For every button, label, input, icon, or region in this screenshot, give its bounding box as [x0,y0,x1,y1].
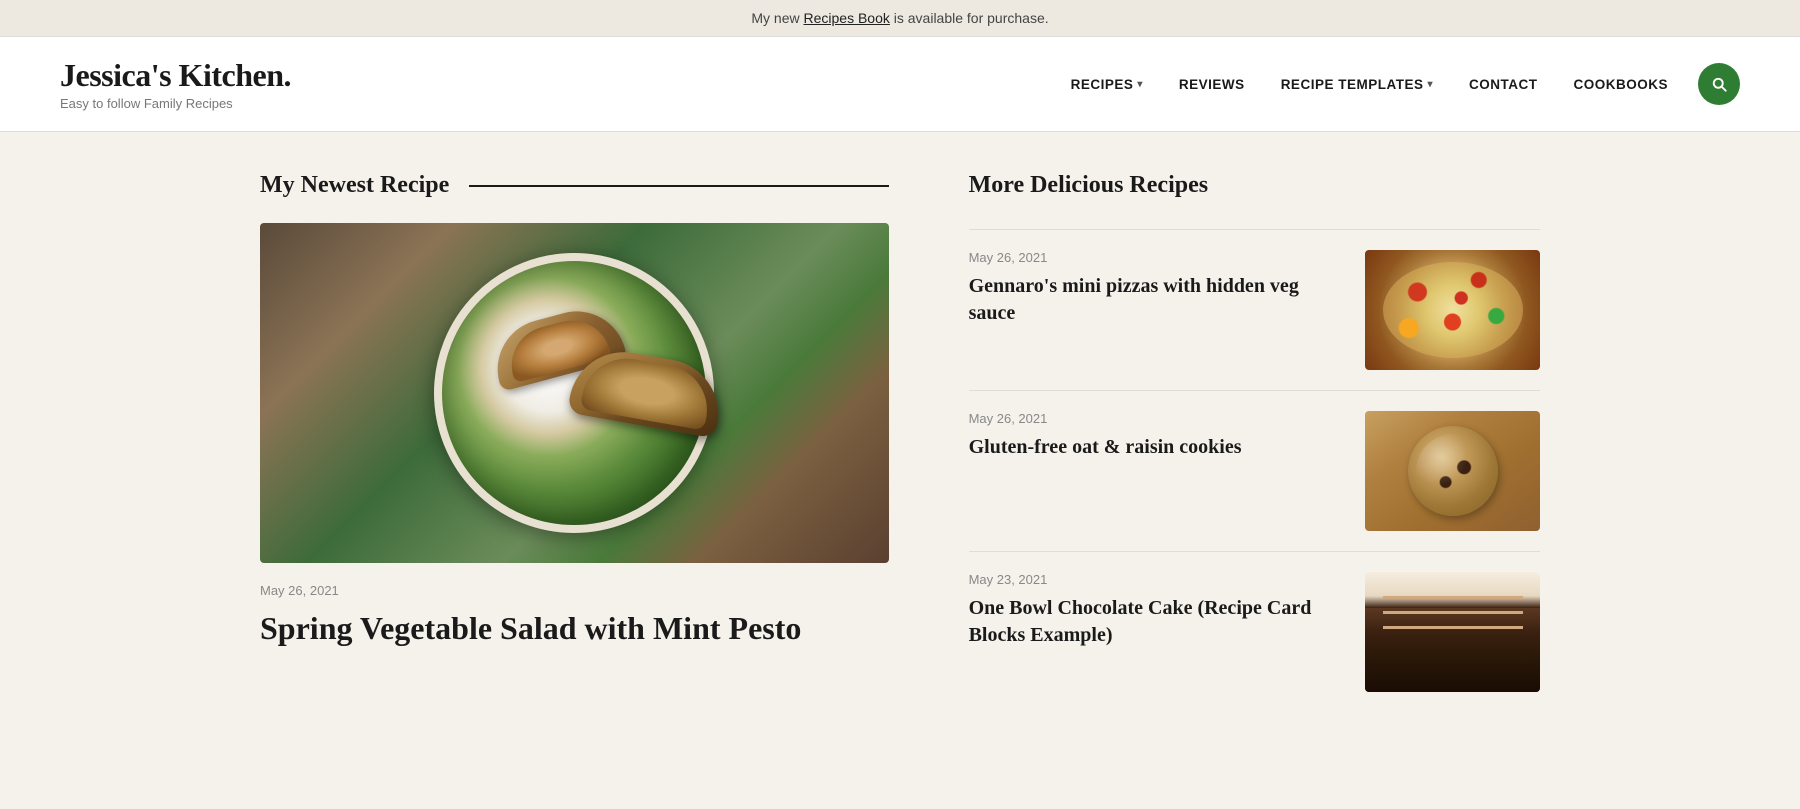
recipe-card: May 26, 2021 Gennaro's mini pizzas with … [969,229,1540,390]
announcement-text-before: My new [751,10,803,26]
main-content: My Newest Recipe May 26, 2021 Spring Veg… [200,132,1600,752]
recipe-card-date: May 26, 2021 [969,250,1345,265]
chevron-down-icon: ▾ [1137,79,1143,90]
site-logo-subtitle: Easy to follow Family Recipes [60,96,291,111]
salad-bowl [434,253,714,533]
nav-item-contact[interactable]: CONTACT [1455,69,1552,100]
nav-item-reviews[interactable]: REVIEWS [1165,69,1259,100]
heading-divider [469,185,888,187]
recipe-card-date: May 23, 2021 [969,572,1345,587]
cake-image [1365,572,1540,692]
recipe-card-text: May 26, 2021 Gluten-free oat & raisin co… [969,411,1345,461]
newest-recipe-title[interactable]: Spring Vegetable Salad with Mint Pesto [260,608,889,650]
recipe-card: May 23, 2021 One Bowl Chocolate Cake (Re… [969,551,1540,712]
nav-item-recipe-templates[interactable]: RECIPE TEMPLATES ▾ [1267,69,1447,100]
site-header: Jessica's Kitchen. Easy to follow Family… [0,37,1800,132]
chevron-down-icon: ▾ [1427,79,1433,90]
newest-recipe-section: My Newest Recipe May 26, 2021 Spring Veg… [260,172,889,712]
cookie-image [1365,411,1540,531]
newest-recipe-heading: My Newest Recipe [260,172,449,199]
recipe-card-title[interactable]: Gluten-free oat & raisin cookies [969,434,1345,461]
newest-recipe-date: May 26, 2021 [260,583,889,598]
site-logo[interactable]: Jessica's Kitchen. Easy to follow Family… [60,57,291,111]
recipe-card-date: May 26, 2021 [969,411,1345,426]
recipe-card-image[interactable] [1365,572,1540,692]
recipe-card-title[interactable]: Gennaro's mini pizzas with hidden veg sa… [969,273,1345,327]
recipe-card: May 26, 2021 Gluten-free oat & raisin co… [969,390,1540,551]
main-nav: RECIPES ▾ REVIEWS RECIPE TEMPLATES ▾ CON… [1057,63,1740,105]
recipe-card-title[interactable]: One Bowl Chocolate Cake (Recipe Card Blo… [969,595,1345,649]
search-button[interactable] [1698,63,1740,105]
announcement-bar: My new Recipes Book is available for pur… [0,0,1800,37]
pizza-image [1365,250,1540,370]
announcement-link[interactable]: Recipes Book [803,10,889,26]
site-logo-title: Jessica's Kitchen. [60,57,291,94]
announcement-text-after: is available for purchase. [890,10,1049,26]
recipe-card-image[interactable] [1365,411,1540,531]
recipe-card-image[interactable] [1365,250,1540,370]
recipe-card-text: May 26, 2021 Gennaro's mini pizzas with … [969,250,1345,327]
newest-recipe-image[interactable] [260,223,889,563]
more-recipes-section: More Delicious Recipes May 26, 2021 Genn… [969,172,1540,712]
recipe-card-text: May 23, 2021 One Bowl Chocolate Cake (Re… [969,572,1345,649]
cookie-circle [1408,426,1498,516]
nav-item-cookbooks[interactable]: COOKBOOKS [1559,69,1682,100]
search-icon [1710,75,1728,93]
nav-item-recipes[interactable]: RECIPES ▾ [1057,69,1157,100]
newest-recipe-heading-row: My Newest Recipe [260,172,889,199]
more-recipes-heading: More Delicious Recipes [969,172,1540,199]
